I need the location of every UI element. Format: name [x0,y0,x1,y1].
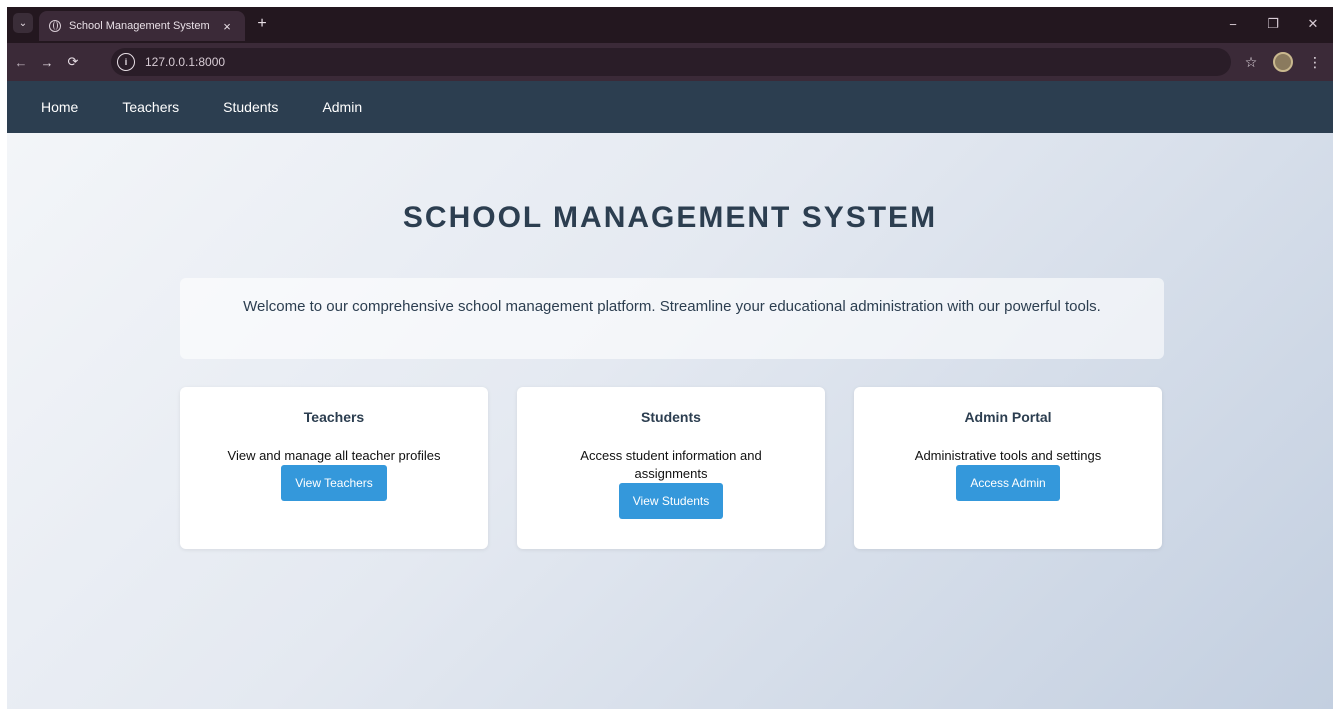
new-tab-button[interactable]: + [253,15,271,33]
site-navbar: Home Teachers Students Admin [7,81,1333,133]
page-viewport: Home Teachers Students Admin SCHOOL MANA… [7,81,1333,709]
tab-strip: ⌄ School Management System × + − ❐ ✕ [7,7,1333,43]
profile-avatar[interactable] [1271,50,1295,74]
welcome-banner: Welcome to our comprehensive school mana… [180,278,1164,359]
nav-link-admin[interactable]: Admin [322,99,362,115]
card-description: View and manage all teacher profiles [227,448,441,463]
reload-icon[interactable]: ⟳ [61,50,85,74]
browser-toolbar: ← → ⟳ i 127.0.0.1:8000 ☆ ⋮ [7,43,1333,81]
minimize-button[interactable]: − [1213,7,1253,41]
nav-link-teachers[interactable]: Teachers [122,99,179,115]
site-info-icon[interactable]: i [117,53,135,71]
window-controls: − ❐ ✕ [1213,7,1333,41]
browser-tab[interactable]: School Management System × [39,11,245,41]
view-students-button[interactable]: View Students [618,483,724,519]
close-window-button[interactable]: ✕ [1293,7,1333,41]
globe-icon [49,20,61,32]
address-bar[interactable]: i 127.0.0.1:8000 [111,48,1231,76]
card-title: Teachers [303,409,365,425]
tab-close-icon[interactable]: × [219,19,235,34]
access-admin-button[interactable]: Access Admin [956,465,1060,501]
toolbar-right: ☆ ⋮ [1231,50,1327,74]
tab-title: School Management System [69,20,210,32]
card-title: Students [641,409,701,425]
card-description: Administrative tools and settings [914,448,1102,463]
url-text[interactable]: 127.0.0.1:8000 [145,55,225,69]
menu-dots-icon[interactable]: ⋮ [1303,50,1327,74]
bookmark-star-icon[interactable]: ☆ [1239,50,1263,74]
admin-card: Admin Portal Administrative tools and se… [854,387,1162,549]
teachers-card: Teachers View and manage all teacher pro… [180,387,488,549]
back-arrow-icon[interactable]: ← [9,50,33,74]
nav-link-students[interactable]: Students [223,99,278,115]
forward-arrow-icon[interactable]: → [35,50,59,74]
nav-link-home[interactable]: Home [41,99,78,115]
card-description: Access student information and assignmen… [580,448,762,481]
page-title: SCHOOL MANAGEMENT SYSTEM [402,201,938,234]
card-title: Admin Portal [964,409,1052,425]
students-card: Students Access student information and … [517,387,825,549]
tab-search-icon[interactable]: ⌄ [13,13,33,33]
view-teachers-button[interactable]: View Teachers [281,465,387,501]
restore-button[interactable]: ❐ [1253,7,1293,41]
browser-window: ⌄ School Management System × + − ❐ ✕ ← →… [7,7,1333,709]
avatar [1273,52,1293,72]
